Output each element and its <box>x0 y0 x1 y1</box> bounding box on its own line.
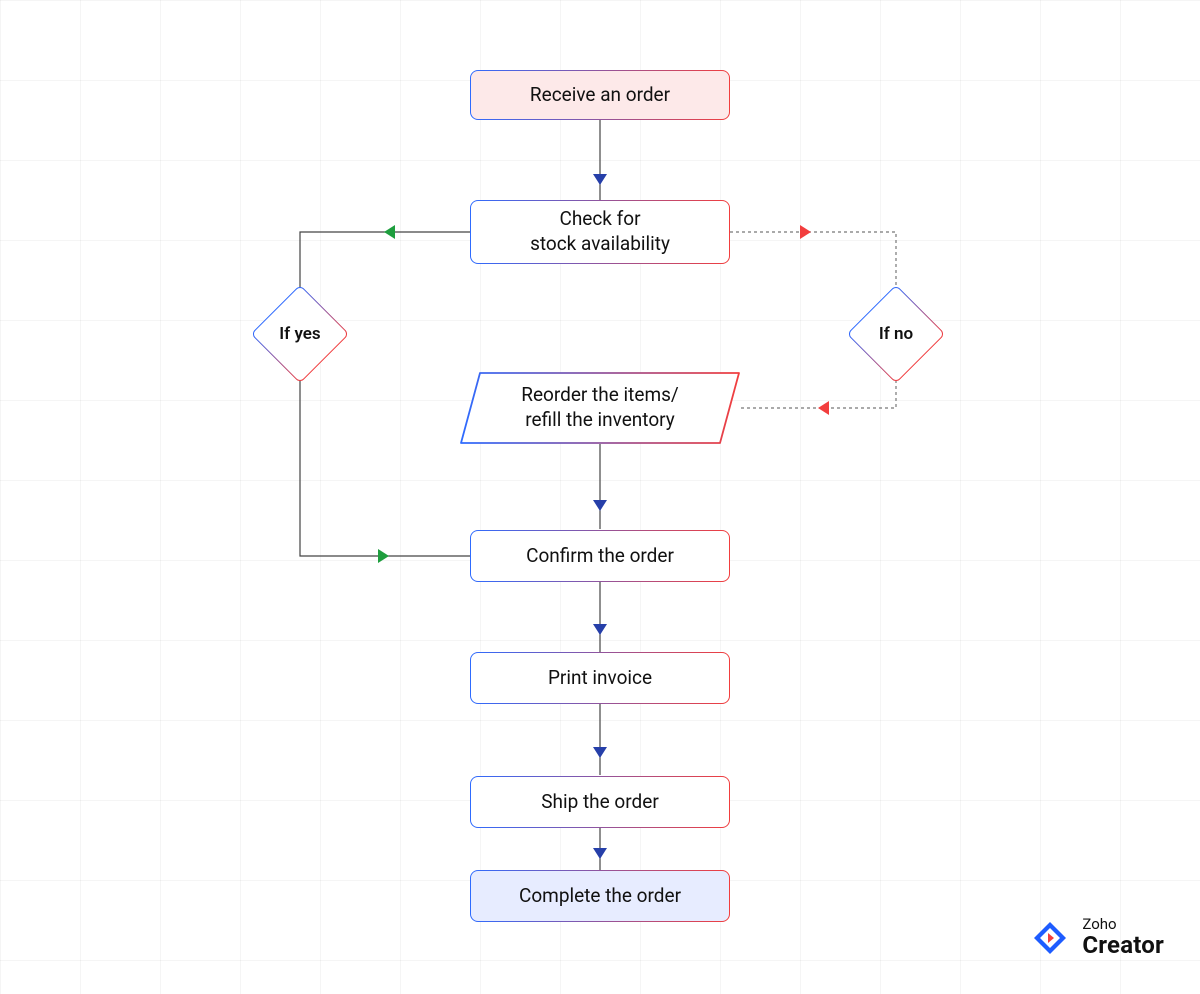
arrow-left-icon <box>384 225 395 239</box>
node-reorder-inventory: Reorder the items/ refill the inventory <box>460 372 740 444</box>
arrow-down-icon <box>593 747 607 758</box>
node-receive-order: Receive an order <box>470 70 730 120</box>
node-check-stock: Check for stock availability <box>470 200 730 264</box>
node-label: Confirm the order <box>526 544 674 569</box>
zoho-creator-logo-icon <box>1030 918 1070 958</box>
arrow-right-icon <box>378 549 389 563</box>
arrow-down-icon <box>593 500 607 511</box>
decision-if-no: If no <box>848 286 944 382</box>
node-print-invoice: Print invoice <box>470 652 730 704</box>
flowchart-canvas: Receive an order Check for stock availab… <box>0 0 1200 994</box>
decision-label: If yes <box>252 286 348 382</box>
decision-if-yes: If yes <box>252 286 348 382</box>
node-ship-order: Ship the order <box>470 776 730 828</box>
branding: Zoho Creator <box>1030 917 1164 958</box>
connectors <box>0 0 1200 994</box>
arrow-left-icon <box>818 401 829 415</box>
decision-label: If no <box>848 286 944 382</box>
node-confirm-order: Confirm the order <box>470 530 730 582</box>
brand-bottom-text: Creator <box>1082 933 1164 958</box>
node-label: Reorder the items/ refill the inventory <box>460 372 740 444</box>
arrow-right-icon <box>800 225 811 239</box>
node-label: Check for stock availability <box>530 207 670 256</box>
node-label: Print invoice <box>548 666 652 691</box>
node-label: Receive an order <box>530 83 670 108</box>
node-label: Complete the order <box>519 884 681 909</box>
node-label: Ship the order <box>541 790 659 815</box>
node-complete-order: Complete the order <box>470 870 730 922</box>
arrow-down-icon <box>593 848 607 859</box>
arrow-down-icon <box>593 624 607 635</box>
arrow-down-icon <box>593 174 607 185</box>
